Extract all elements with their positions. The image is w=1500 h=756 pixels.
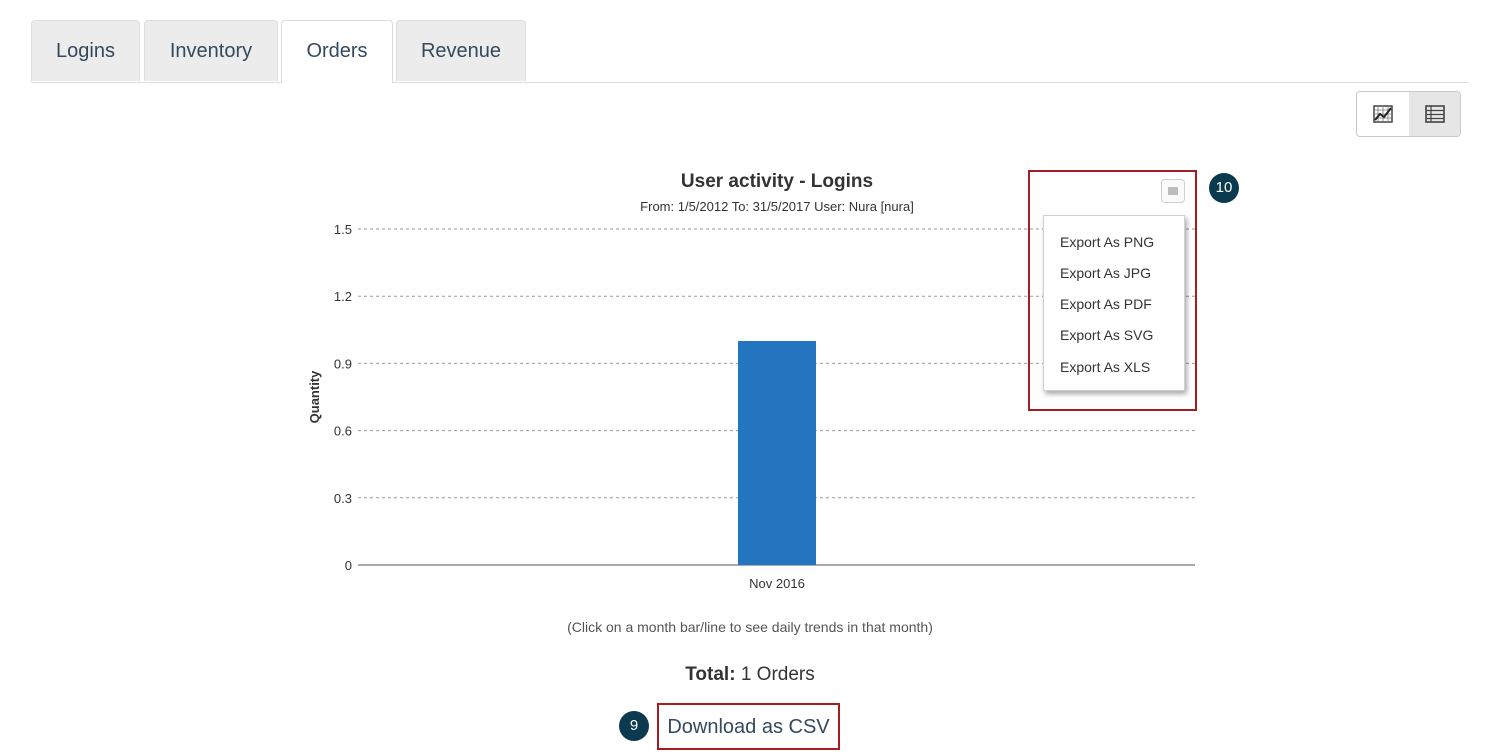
y-axis-label: Quantity [307, 370, 322, 423]
y-tick-label: 0.3 [334, 491, 352, 506]
total-value: 1 Orders [740, 664, 815, 685]
callout-badge-9: 9 [619, 711, 649, 741]
bar-chart: 0 0.3 0.6 0.9 1.2 1.5 Quantity Nov 2016 [307, 222, 1195, 591]
x-tick-label: Nov 2016 [749, 576, 805, 591]
callout-badge-10: 10 [1209, 173, 1239, 203]
chart-hint: (Click on a month bar/line to see daily … [567, 619, 933, 635]
total-label: Total: [685, 664, 736, 685]
y-tick-label: 0 [345, 558, 352, 573]
export-callout-box [1028, 170, 1197, 411]
y-tick-label: 0.9 [334, 356, 352, 371]
y-tick-label: 0.6 [334, 424, 352, 439]
chart-bar[interactable] [738, 341, 816, 565]
y-tick-label: 1.2 [334, 289, 352, 304]
total-summary: Total: 1 Orders [600, 664, 900, 686]
download-csv-link[interactable]: Download as CSV [657, 703, 840, 750]
y-tick-label: 1.5 [334, 222, 352, 237]
